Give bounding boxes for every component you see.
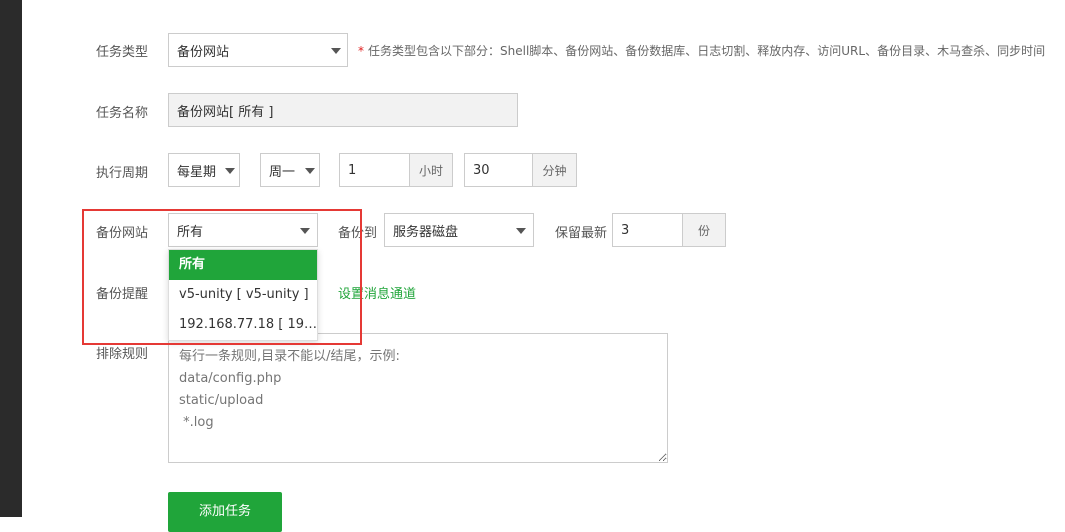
period-minute-unit: 分钟 xyxy=(532,153,577,187)
highlight-annotation xyxy=(82,209,362,345)
keep-latest-label: 保留最新 xyxy=(555,226,608,241)
period-hour-input[interactable]: 1 xyxy=(339,153,410,187)
task-name-value: 备份网站[ 所有 ] xyxy=(177,104,274,120)
task-name-label: 任务名称 xyxy=(96,106,149,121)
period-cycle-select[interactable]: 每星期 xyxy=(168,153,240,187)
task-name-field[interactable]: 备份网站[ 所有 ] xyxy=(168,93,518,127)
period-weekday-value: 周一 xyxy=(269,164,296,180)
chevron-down-icon xyxy=(305,168,315,174)
period-minute-input[interactable]: 30 xyxy=(464,153,533,187)
sidebar-edge xyxy=(0,0,22,517)
task-type-label: 任务类型 xyxy=(96,45,149,60)
exclude-rules-label: 排除规则 xyxy=(96,347,149,362)
task-type-select[interactable]: 备份网站 xyxy=(168,33,348,67)
task-type-value: 备份网站 xyxy=(177,44,230,60)
period-hour-unit: 小时 xyxy=(409,153,453,187)
keep-latest-value: 3 xyxy=(621,222,630,238)
period-minute-value: 30 xyxy=(473,162,490,178)
period-label: 执行周期 xyxy=(96,166,149,181)
chevron-down-icon xyxy=(516,228,526,234)
period-weekday-select[interactable]: 周一 xyxy=(260,153,320,187)
keep-latest-input[interactable]: 3 xyxy=(612,213,683,247)
backup-to-select[interactable]: 服务器磁盘 xyxy=(384,213,534,247)
task-type-hint-text: 任务类型包含以下部分：Shell脚本、备份网站、备份数据库、日志切割、释放内存、… xyxy=(368,44,1046,58)
required-star-icon: * xyxy=(358,44,364,58)
chevron-down-icon xyxy=(225,168,235,174)
exclude-rules-textarea[interactable] xyxy=(168,333,668,463)
period-cycle-value: 每星期 xyxy=(177,164,217,180)
backup-to-value: 服务器磁盘 xyxy=(393,224,459,240)
task-type-hint: * 任务类型包含以下部分：Shell脚本、备份网站、备份数据库、日志切割、释放内存… xyxy=(358,42,1045,59)
chevron-down-icon xyxy=(331,48,341,54)
add-task-button[interactable]: 添加任务 xyxy=(168,492,282,532)
keep-latest-unit: 份 xyxy=(682,213,726,247)
period-hour-value: 1 xyxy=(348,162,357,178)
